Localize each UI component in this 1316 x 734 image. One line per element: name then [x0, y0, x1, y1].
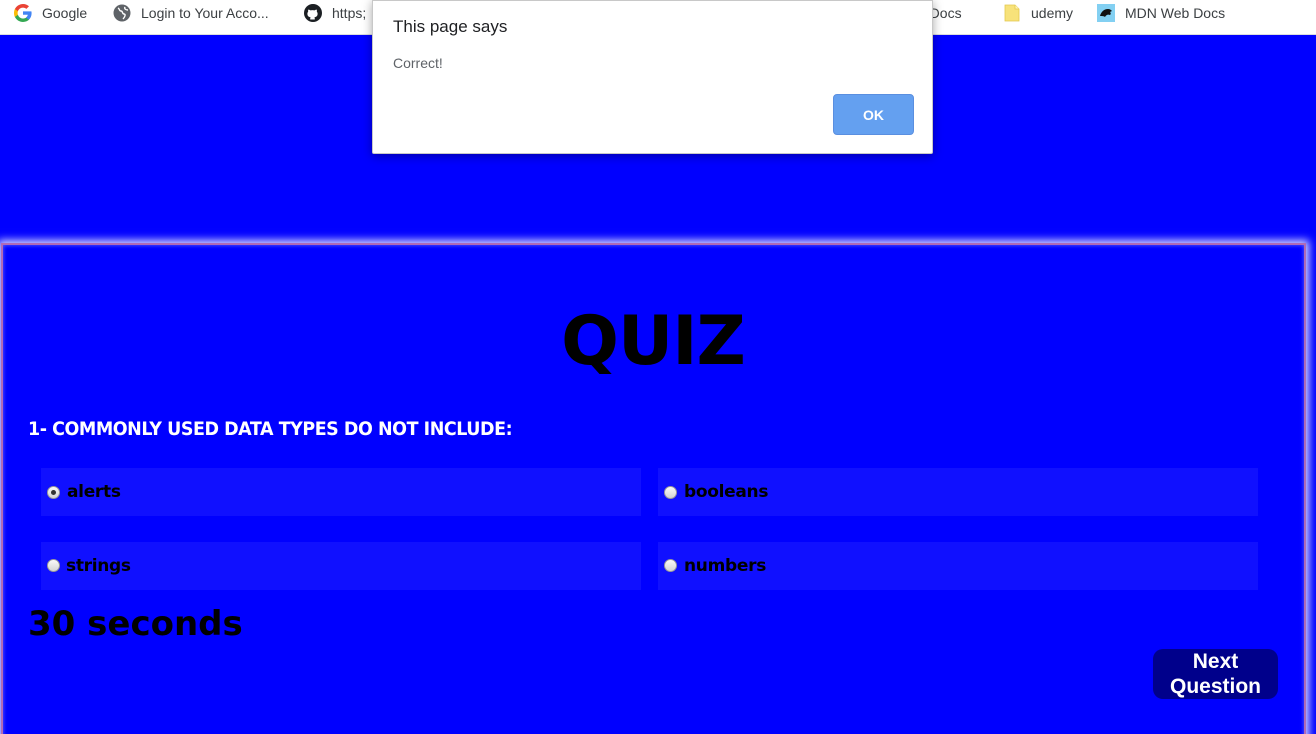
next-question-button[interactable]: Next Question: [1153, 649, 1278, 699]
question-text: 1- COMMONLY USED DATA TYPES DO NOT INCLU…: [28, 418, 513, 440]
bookmark-label: udemy: [1031, 5, 1074, 21]
dialog-message: Correct!: [393, 55, 443, 71]
option-radio[interactable]: [664, 486, 677, 499]
bookmark-github[interactable]: https;: [304, 0, 366, 26]
alert-dialog: This page says Correct! OK: [372, 0, 933, 154]
folder-icon: [1003, 4, 1021, 22]
option-numbers[interactable]: numbers: [658, 542, 1258, 590]
next-button-label-line1: Next: [1192, 650, 1239, 673]
bookmark-login[interactable]: Login to Your Acco...: [113, 0, 269, 26]
bookmark-label: https;: [332, 5, 367, 21]
option-radio[interactable]: [47, 559, 60, 572]
option-alerts[interactable]: alerts: [41, 468, 641, 516]
option-label: booleans: [684, 482, 769, 502]
option-radio[interactable]: [47, 486, 60, 499]
bookmark-google[interactable]: Google: [14, 0, 87, 26]
quiz-title: QUIZ: [561, 302, 746, 381]
bookmark-udemy[interactable]: udemy: [1003, 0, 1073, 26]
timer-text: 30 seconds: [28, 604, 243, 644]
next-button-label-line2: Question: [1169, 675, 1261, 698]
option-label: alerts: [67, 482, 121, 502]
option-strings[interactable]: strings: [41, 542, 641, 590]
bookmark-mdn[interactable]: MDN Web Docs: [1097, 0, 1225, 26]
bookmark-label: Google: [42, 5, 88, 21]
mdn-icon: [1097, 4, 1115, 22]
option-label: numbers: [684, 556, 767, 576]
ok-button[interactable]: OK: [833, 94, 914, 135]
bookmark-label: MDN Web Docs: [1125, 5, 1226, 21]
option-radio[interactable]: [664, 559, 677, 572]
google-icon: [14, 4, 32, 22]
github-icon: [304, 4, 322, 22]
bookmark-label: Login to Your Acco...: [141, 5, 269, 21]
globe-icon: [113, 4, 131, 22]
option-booleans[interactable]: booleans: [658, 468, 1258, 516]
option-label: strings: [66, 556, 131, 576]
dialog-title: This page says: [393, 17, 508, 36]
